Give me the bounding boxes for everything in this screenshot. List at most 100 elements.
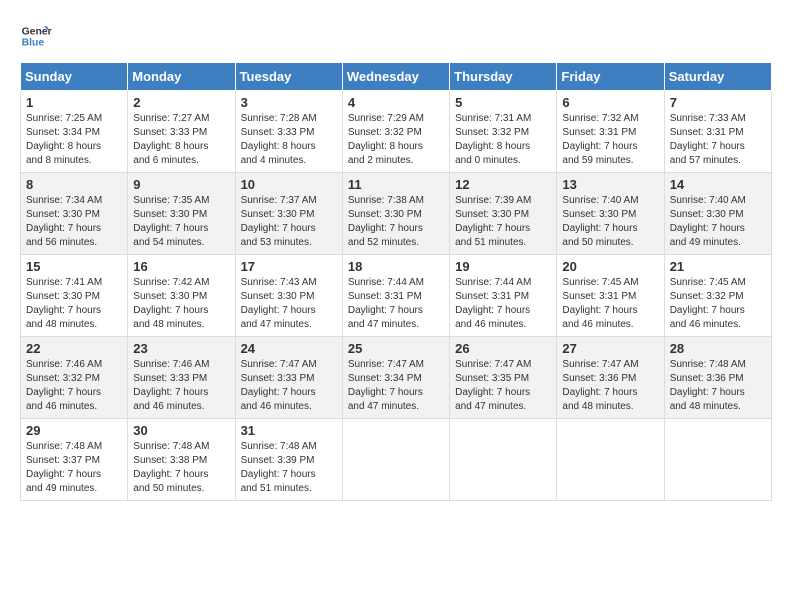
day-info: Sunrise: 7:48 AMSunset: 3:38 PMDaylight:… — [133, 440, 229, 496]
day-number: 19 — [455, 259, 551, 274]
calendar-header: SundayMondayTuesdayWednesdayThursdayFrid… — [21, 63, 772, 91]
day-info: Sunrise: 7:33 AMSunset: 3:31 PMDaylight:… — [670, 112, 766, 168]
calendar-week-5: 29 Sunrise: 7:48 AMSunset: 3:37 PMDayligh… — [21, 419, 772, 501]
weekday-header-friday: Friday — [557, 63, 664, 91]
calendar-cell: 11Sunrise: 7:38 AMSunset: 3:30 PMDayligh… — [342, 173, 449, 255]
calendar-cell: 2 Sunrise: 7:27 AMSunset: 3:33 PMDaylight… — [128, 91, 235, 173]
day-info: Sunrise: 7:35 AMSunset: 3:30 PMDaylight:… — [133, 194, 229, 250]
day-number: 7 — [670, 95, 766, 110]
day-info: Sunrise: 7:44 AMSunset: 3:31 PMDaylight:… — [348, 276, 444, 332]
calendar-week-1: 1 Sunrise: 7:25 AMSunset: 3:34 PMDaylight… — [21, 91, 772, 173]
day-info: Sunrise: 7:48 AMSunset: 3:36 PMDaylight:… — [670, 358, 766, 414]
calendar-cell — [557, 419, 664, 501]
day-info: Sunrise: 7:42 AMSunset: 3:30 PMDaylight:… — [133, 276, 229, 332]
day-info: Sunrise: 7:47 AMSunset: 3:36 PMDaylight:… — [562, 358, 658, 414]
day-number: 23 — [133, 341, 229, 356]
weekday-header-row: SundayMondayTuesdayWednesdayThursdayFrid… — [21, 63, 772, 91]
day-number: 13 — [562, 177, 658, 192]
calendar-cell: 7 Sunrise: 7:33 AMSunset: 3:31 PMDaylight… — [664, 91, 771, 173]
day-number: 24 — [241, 341, 337, 356]
day-info: Sunrise: 7:40 AMSunset: 3:30 PMDaylight:… — [562, 194, 658, 250]
day-info: Sunrise: 7:34 AMSunset: 3:30 PMDaylight:… — [26, 194, 122, 250]
calendar-cell: 21 Sunrise: 7:45 AMSunset: 3:32 PMDayligh… — [664, 255, 771, 337]
day-info: Sunrise: 7:38 AMSunset: 3:30 PMDaylight:… — [348, 194, 444, 250]
day-info: Sunrise: 7:25 AMSunset: 3:34 PMDaylight:… — [26, 112, 122, 168]
calendar-cell: 15 Sunrise: 7:41 AMSunset: 3:30 PMDayligh… — [21, 255, 128, 337]
weekday-header-saturday: Saturday — [664, 63, 771, 91]
weekday-header-monday: Monday — [128, 63, 235, 91]
day-info: Sunrise: 7:40 AMSunset: 3:30 PMDaylight:… — [670, 194, 766, 250]
header: General Blue — [20, 20, 772, 52]
day-number: 29 — [26, 423, 122, 438]
calendar-body: 1 Sunrise: 7:25 AMSunset: 3:34 PMDaylight… — [21, 91, 772, 501]
weekday-header-sunday: Sunday — [21, 63, 128, 91]
day-info: Sunrise: 7:39 AMSunset: 3:30 PMDaylight:… — [455, 194, 551, 250]
day-info: Sunrise: 7:47 AMSunset: 3:35 PMDaylight:… — [455, 358, 551, 414]
calendar-cell: 18 Sunrise: 7:44 AMSunset: 3:31 PMDayligh… — [342, 255, 449, 337]
calendar-cell: 17 Sunrise: 7:43 AMSunset: 3:30 PMDayligh… — [235, 255, 342, 337]
calendar-week-3: 15 Sunrise: 7:41 AMSunset: 3:30 PMDayligh… — [21, 255, 772, 337]
day-number: 22 — [26, 341, 122, 356]
weekday-header-tuesday: Tuesday — [235, 63, 342, 91]
day-number: 30 — [133, 423, 229, 438]
day-info: Sunrise: 7:46 AMSunset: 3:33 PMDaylight:… — [133, 358, 229, 414]
day-number: 20 — [562, 259, 658, 274]
calendar-cell: 8Sunrise: 7:34 AMSunset: 3:30 PMDaylight… — [21, 173, 128, 255]
day-info: Sunrise: 7:44 AMSunset: 3:31 PMDaylight:… — [455, 276, 551, 332]
calendar-cell: 19 Sunrise: 7:44 AMSunset: 3:31 PMDayligh… — [450, 255, 557, 337]
calendar-cell: 6Sunrise: 7:32 AMSunset: 3:31 PMDaylight… — [557, 91, 664, 173]
day-info: Sunrise: 7:45 AMSunset: 3:32 PMDaylight:… — [670, 276, 766, 332]
day-info: Sunrise: 7:41 AMSunset: 3:30 PMDaylight:… — [26, 276, 122, 332]
calendar-cell: 29 Sunrise: 7:48 AMSunset: 3:37 PMDayligh… — [21, 419, 128, 501]
day-number: 2 — [133, 95, 229, 110]
calendar-cell: 14 Sunrise: 7:40 AMSunset: 3:30 PMDayligh… — [664, 173, 771, 255]
calendar-cell: 4 Sunrise: 7:29 AMSunset: 3:32 PMDaylight… — [342, 91, 449, 173]
day-info: Sunrise: 7:47 AMSunset: 3:34 PMDaylight:… — [348, 358, 444, 414]
day-number: 9 — [133, 177, 229, 192]
calendar-cell: 24 Sunrise: 7:47 AMSunset: 3:33 PMDayligh… — [235, 337, 342, 419]
day-info: Sunrise: 7:32 AMSunset: 3:31 PMDaylight:… — [562, 112, 658, 168]
day-number: 25 — [348, 341, 444, 356]
day-number: 1 — [26, 95, 122, 110]
calendar-cell: 12 Sunrise: 7:39 AMSunset: 3:30 PMDayligh… — [450, 173, 557, 255]
day-number: 18 — [348, 259, 444, 274]
day-number: 5 — [455, 95, 551, 110]
day-info: Sunrise: 7:27 AMSunset: 3:33 PMDaylight:… — [133, 112, 229, 168]
day-info: Sunrise: 7:43 AMSunset: 3:30 PMDaylight:… — [241, 276, 337, 332]
day-number: 31 — [241, 423, 337, 438]
day-info: Sunrise: 7:47 AMSunset: 3:33 PMDaylight:… — [241, 358, 337, 414]
calendar-cell: 28 Sunrise: 7:48 AMSunset: 3:36 PMDayligh… — [664, 337, 771, 419]
day-number: 12 — [455, 177, 551, 192]
calendar-cell: 23 Sunrise: 7:46 AMSunset: 3:33 PMDayligh… — [128, 337, 235, 419]
calendar-cell: 22Sunrise: 7:46 AMSunset: 3:32 PMDayligh… — [21, 337, 128, 419]
calendar-cell: 20Sunrise: 7:45 AMSunset: 3:31 PMDayligh… — [557, 255, 664, 337]
weekday-header-thursday: Thursday — [450, 63, 557, 91]
day-info: Sunrise: 7:29 AMSunset: 3:32 PMDaylight:… — [348, 112, 444, 168]
calendar-cell: 16 Sunrise: 7:42 AMSunset: 3:30 PMDayligh… — [128, 255, 235, 337]
calendar-cell — [450, 419, 557, 501]
calendar-cell: 3 Sunrise: 7:28 AMSunset: 3:33 PMDaylight… — [235, 91, 342, 173]
day-info: Sunrise: 7:48 AMSunset: 3:37 PMDaylight:… — [26, 440, 122, 496]
day-number: 14 — [670, 177, 766, 192]
day-info: Sunrise: 7:48 AMSunset: 3:39 PMDaylight:… — [241, 440, 337, 496]
calendar-cell — [664, 419, 771, 501]
calendar-table: SundayMondayTuesdayWednesdayThursdayFrid… — [20, 62, 772, 501]
calendar-week-4: 22Sunrise: 7:46 AMSunset: 3:32 PMDayligh… — [21, 337, 772, 419]
day-info: Sunrise: 7:28 AMSunset: 3:33 PMDaylight:… — [241, 112, 337, 168]
calendar-cell — [342, 419, 449, 501]
day-number: 26 — [455, 341, 551, 356]
day-number: 17 — [241, 259, 337, 274]
day-number: 28 — [670, 341, 766, 356]
calendar-cell: 26 Sunrise: 7:47 AMSunset: 3:35 PMDayligh… — [450, 337, 557, 419]
day-number: 4 — [348, 95, 444, 110]
calendar-cell: 30 Sunrise: 7:48 AMSunset: 3:38 PMDayligh… — [128, 419, 235, 501]
day-number: 3 — [241, 95, 337, 110]
logo-icon: General Blue — [20, 20, 52, 52]
day-number: 10 — [241, 177, 337, 192]
calendar-cell: 10Sunrise: 7:37 AMSunset: 3:30 PMDayligh… — [235, 173, 342, 255]
calendar-cell: 31 Sunrise: 7:48 AMSunset: 3:39 PMDayligh… — [235, 419, 342, 501]
svg-text:Blue: Blue — [22, 38, 45, 49]
day-number: 15 — [26, 259, 122, 274]
day-number: 21 — [670, 259, 766, 274]
day-number: 16 — [133, 259, 229, 274]
